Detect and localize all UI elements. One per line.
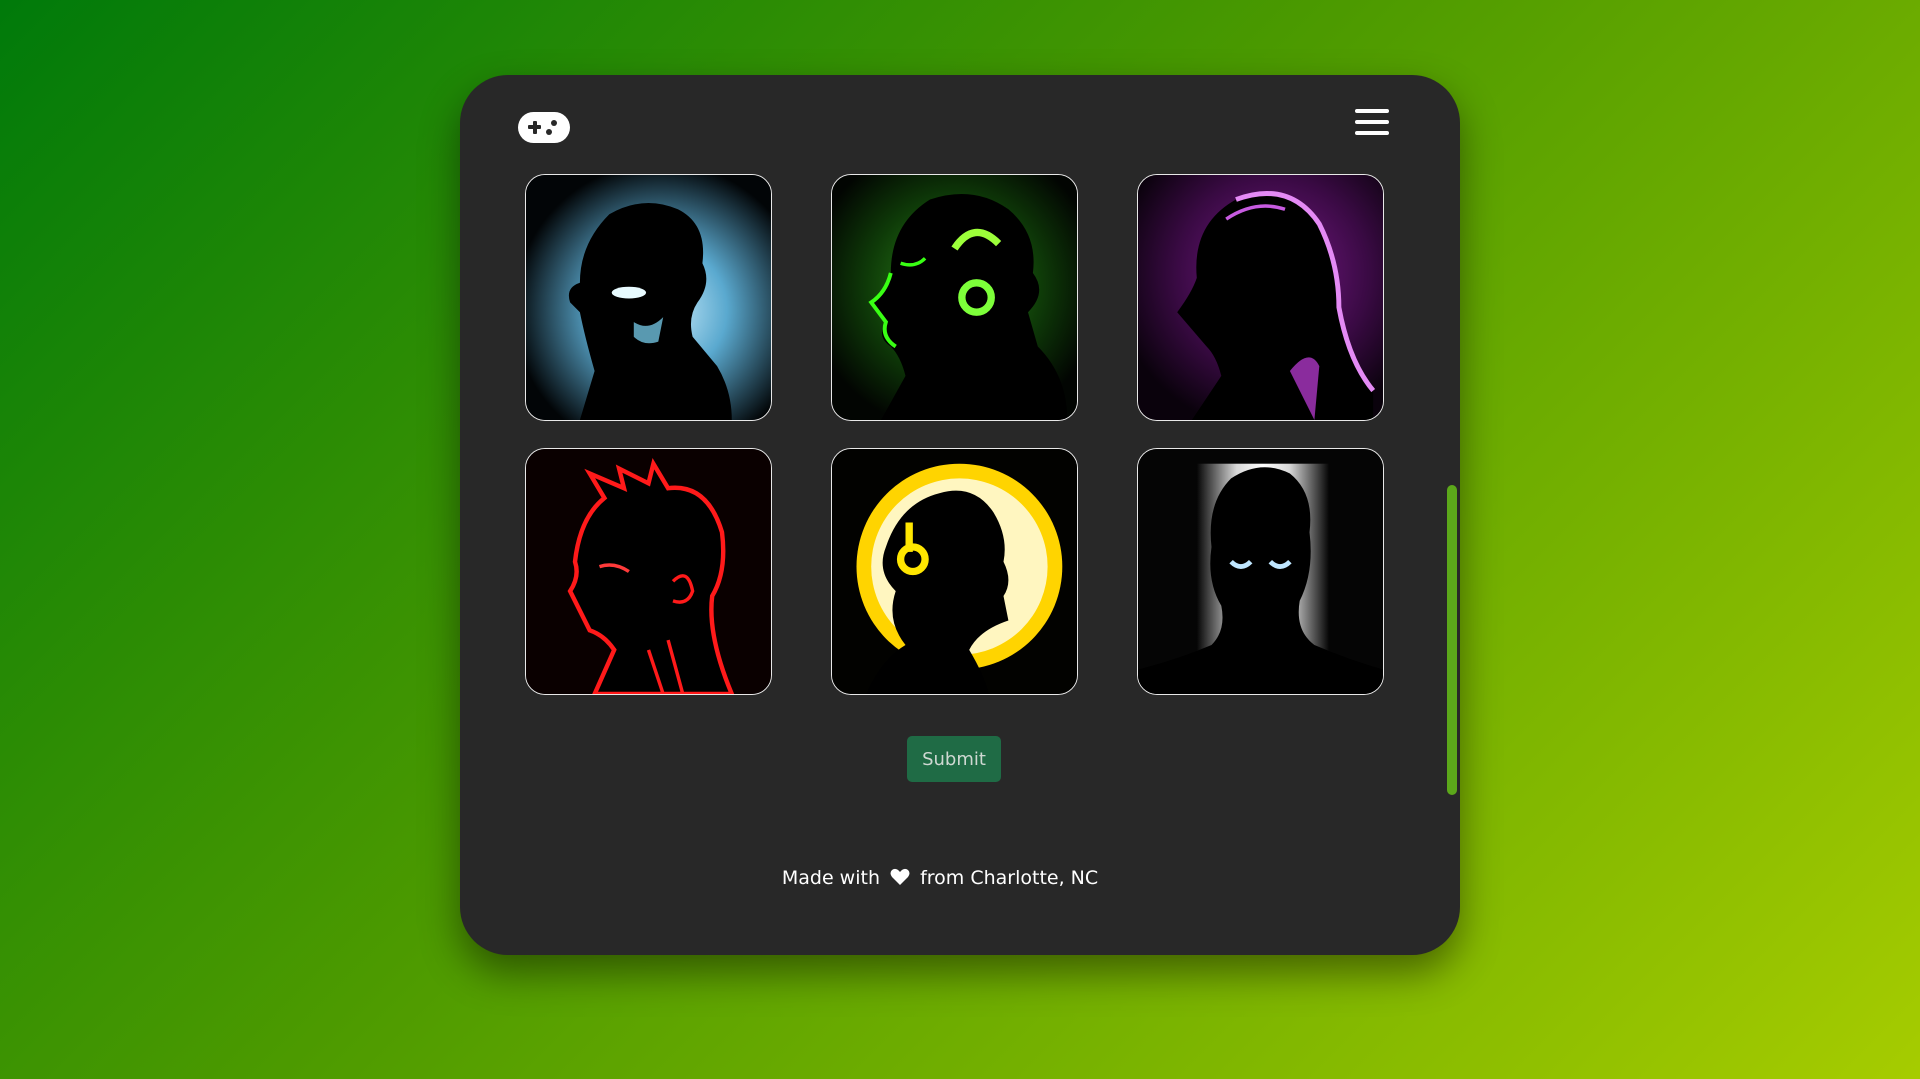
footer-credit: Made with from Charlotte, NC	[460, 867, 1420, 889]
avatar-blue-icon	[526, 175, 771, 420]
avatar-option-blue[interactable]	[525, 174, 772, 421]
scrollbar-thumb[interactable]	[1447, 485, 1457, 795]
heart-icon	[890, 868, 910, 885]
avatar-option-red[interactable]	[525, 448, 772, 695]
avatar-purple-icon	[1138, 175, 1383, 420]
submit-button[interactable]: Submit	[907, 736, 1001, 782]
gamepad-icon[interactable]	[518, 112, 570, 143]
footer-text-after: from Charlotte, NC	[920, 867, 1099, 889]
avatar-white-icon	[1138, 449, 1383, 694]
avatar-option-white[interactable]	[1137, 448, 1384, 695]
footer-text-before: Made with	[781, 867, 880, 889]
main-panel: Submit Made with from Charlotte, NC	[460, 75, 1460, 955]
avatar-green-icon	[832, 175, 1077, 420]
avatar-red-icon	[526, 449, 771, 694]
avatar-yellow-icon	[832, 449, 1077, 694]
avatar-grid	[525, 174, 1384, 695]
avatar-option-green[interactable]	[831, 174, 1078, 421]
avatar-option-yellow[interactable]	[831, 448, 1078, 695]
avatar-option-purple[interactable]	[1137, 174, 1384, 421]
hamburger-menu-icon[interactable]	[1353, 106, 1393, 142]
